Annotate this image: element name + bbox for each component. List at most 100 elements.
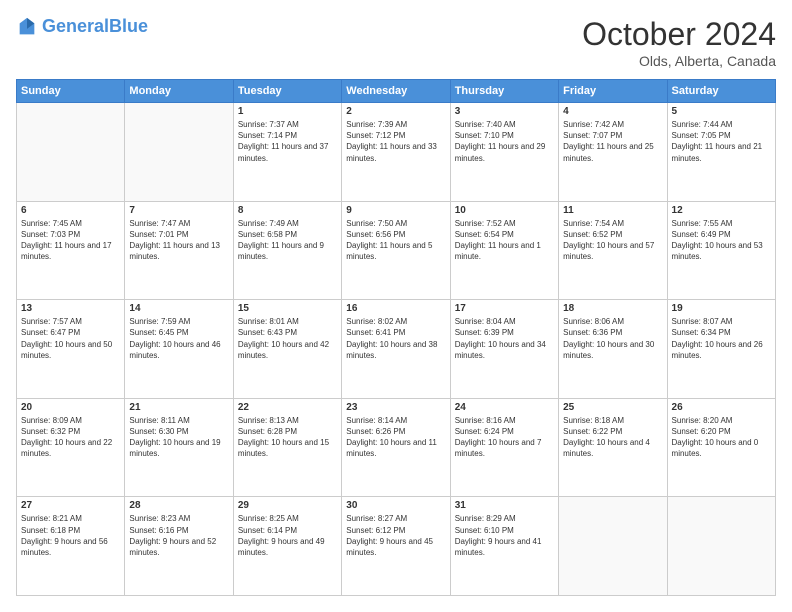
day-info: Sunrise: 7:57 AMSunset: 6:47 PMDaylight:… [21,316,120,361]
day-info: Sunrise: 7:50 AMSunset: 6:56 PMDaylight:… [346,218,445,263]
weekday-header-saturday: Saturday [667,80,775,103]
page: GeneralBlue October 2024 Olds, Alberta, … [0,0,792,612]
logo-general: General [42,16,109,36]
calendar-cell: 9 Sunrise: 7:50 AMSunset: 6:56 PMDaylight… [342,201,450,300]
day-info: Sunrise: 8:27 AMSunset: 6:12 PMDaylight:… [346,513,445,558]
day-number: 5 [672,106,771,117]
day-info: Sunrise: 7:37 AMSunset: 7:14 PMDaylight:… [238,119,337,164]
day-info: Sunrise: 8:11 AMSunset: 6:30 PMDaylight:… [129,415,228,460]
day-number: 4 [563,106,662,117]
calendar-cell [559,497,667,596]
calendar-cell: 24Sunrise: 8:16 AMSunset: 6:24 PMDayligh… [450,398,558,497]
calendar-cell: 19 Sunrise: 8:07 AMSunset: 6:34 PMDayligh… [667,300,775,399]
day-info: Sunrise: 7:44 AMSunset: 7:05 PMDaylight:… [672,119,771,164]
day-number: 17 [455,303,554,314]
week-row-2: 6 Sunrise: 7:45 AMSunset: 7:03 PMDaylight… [17,201,776,300]
day-number: 31 [455,500,554,511]
day-info: Sunrise: 7:45 AMSunset: 7:03 PMDaylight:… [21,218,120,263]
day-info: Sunrise: 8:23 AMSunset: 6:16 PMDaylight:… [129,513,228,558]
weekday-header-wednesday: Wednesday [342,80,450,103]
calendar-cell: 23 Sunrise: 8:14 AMSunset: 6:26 PMDayligh… [342,398,450,497]
calendar-cell: 5 Sunrise: 7:44 AMSunset: 7:05 PMDaylight… [667,103,775,202]
header: GeneralBlue October 2024 Olds, Alberta, … [16,16,776,69]
day-info: Sunrise: 7:54 AMSunset: 6:52 PMDaylight:… [563,218,662,263]
day-info: Sunrise: 7:49 AMSunset: 6:58 PMDaylight:… [238,218,337,263]
calendar-cell: 29 Sunrise: 8:25 AMSunset: 6:14 PMDayligh… [233,497,341,596]
day-number: 23 [346,402,445,413]
day-number: 22 [238,402,337,413]
calendar-cell [125,103,233,202]
calendar-cell: 7 Sunrise: 7:47 AMSunset: 7:01 PMDaylight… [125,201,233,300]
day-number: 14 [129,303,228,314]
calendar-cell: 12Sunrise: 7:55 AMSunset: 6:49 PMDayligh… [667,201,775,300]
calendar-cell: 10Sunrise: 7:52 AMSunset: 6:54 PMDayligh… [450,201,558,300]
day-number: 18 [563,303,662,314]
day-info: Sunrise: 8:21 AMSunset: 6:18 PMDaylight:… [21,513,120,558]
calendar-cell: 6 Sunrise: 7:45 AMSunset: 7:03 PMDaylight… [17,201,125,300]
day-number: 1 [238,106,337,117]
day-number: 25 [563,402,662,413]
calendar-cell: 15 Sunrise: 8:01 AMSunset: 6:43 PMDayligh… [233,300,341,399]
day-number: 10 [455,205,554,216]
calendar-cell: 11 Sunrise: 7:54 AMSunset: 6:52 PMDayligh… [559,201,667,300]
week-row-3: 13Sunrise: 7:57 AMSunset: 6:47 PMDayligh… [17,300,776,399]
weekday-header-thursday: Thursday [450,80,558,103]
day-number: 27 [21,500,120,511]
day-info: Sunrise: 7:47 AMSunset: 7:01 PMDaylight:… [129,218,228,263]
calendar-cell [667,497,775,596]
day-info: Sunrise: 8:09 AMSunset: 6:32 PMDaylight:… [21,415,120,460]
calendar-cell: 27 Sunrise: 8:21 AMSunset: 6:18 PMDayligh… [17,497,125,596]
calendar-cell: 14 Sunrise: 7:59 AMSunset: 6:45 PMDayligh… [125,300,233,399]
day-info: Sunrise: 8:25 AMSunset: 6:14 PMDaylight:… [238,513,337,558]
day-number: 3 [455,106,554,117]
calendar-cell: 2Sunrise: 7:39 AMSunset: 7:12 PMDaylight… [342,103,450,202]
day-number: 29 [238,500,337,511]
day-number: 12 [672,205,771,216]
calendar-cell: 17 Sunrise: 8:04 AMSunset: 6:39 PMDayligh… [450,300,558,399]
day-info: Sunrise: 7:40 AMSunset: 7:10 PMDaylight:… [455,119,554,164]
day-number: 20 [21,402,120,413]
day-number: 11 [563,205,662,216]
day-number: 15 [238,303,337,314]
calendar-cell: 8 Sunrise: 7:49 AMSunset: 6:58 PMDaylight… [233,201,341,300]
day-info: Sunrise: 8:01 AMSunset: 6:43 PMDaylight:… [238,316,337,361]
day-info: Sunrise: 7:42 AMSunset: 7:07 PMDaylight:… [563,119,662,164]
day-number: 7 [129,205,228,216]
week-row-5: 27 Sunrise: 8:21 AMSunset: 6:18 PMDayligh… [17,497,776,596]
day-info: Sunrise: 7:59 AMSunset: 6:45 PMDaylight:… [129,316,228,361]
day-number: 8 [238,205,337,216]
day-number: 26 [672,402,771,413]
calendar-table: SundayMondayTuesdayWednesdayThursdayFrid… [16,79,776,596]
header-row: SundayMondayTuesdayWednesdayThursdayFrid… [17,80,776,103]
location: Olds, Alberta, Canada [582,53,776,69]
day-info: Sunrise: 8:14 AMSunset: 6:26 PMDaylight:… [346,415,445,460]
day-number: 24 [455,402,554,413]
day-info: Sunrise: 8:06 AMSunset: 6:36 PMDaylight:… [563,316,662,361]
title-block: October 2024 Olds, Alberta, Canada [582,16,776,69]
day-info: Sunrise: 8:13 AMSunset: 6:28 PMDaylight:… [238,415,337,460]
calendar-cell: 28 Sunrise: 8:23 AMSunset: 6:16 PMDayligh… [125,497,233,596]
weekday-header-friday: Friday [559,80,667,103]
calendar-cell: 1 Sunrise: 7:37 AMSunset: 7:14 PMDaylight… [233,103,341,202]
day-info: Sunrise: 8:07 AMSunset: 6:34 PMDaylight:… [672,316,771,361]
calendar-cell: 26 Sunrise: 8:20 AMSunset: 6:20 PMDayligh… [667,398,775,497]
calendar-cell: 4 Sunrise: 7:42 AMSunset: 7:07 PMDaylight… [559,103,667,202]
weekday-header-monday: Monday [125,80,233,103]
day-number: 6 [21,205,120,216]
calendar-cell: 3 Sunrise: 7:40 AMSunset: 7:10 PMDaylight… [450,103,558,202]
day-info: Sunrise: 8:18 AMSunset: 6:22 PMDaylight:… [563,415,662,460]
logo: GeneralBlue [16,16,148,38]
logo-blue: Blue [109,16,148,36]
day-info: Sunrise: 8:20 AMSunset: 6:20 PMDaylight:… [672,415,771,460]
calendar-cell: 30Sunrise: 8:27 AMSunset: 6:12 PMDayligh… [342,497,450,596]
day-info: Sunrise: 8:02 AMSunset: 6:41 PMDaylight:… [346,316,445,361]
day-info: Sunrise: 8:04 AMSunset: 6:39 PMDaylight:… [455,316,554,361]
day-number: 9 [346,205,445,216]
logo-icon [16,16,38,38]
calendar-cell: 13Sunrise: 7:57 AMSunset: 6:47 PMDayligh… [17,300,125,399]
day-number: 19 [672,303,771,314]
day-number: 16 [346,303,445,314]
day-number: 28 [129,500,228,511]
day-info: Sunrise: 8:29 AMSunset: 6:10 PMDaylight:… [455,513,554,558]
day-info: Sunrise: 7:39 AMSunset: 7:12 PMDaylight:… [346,119,445,164]
